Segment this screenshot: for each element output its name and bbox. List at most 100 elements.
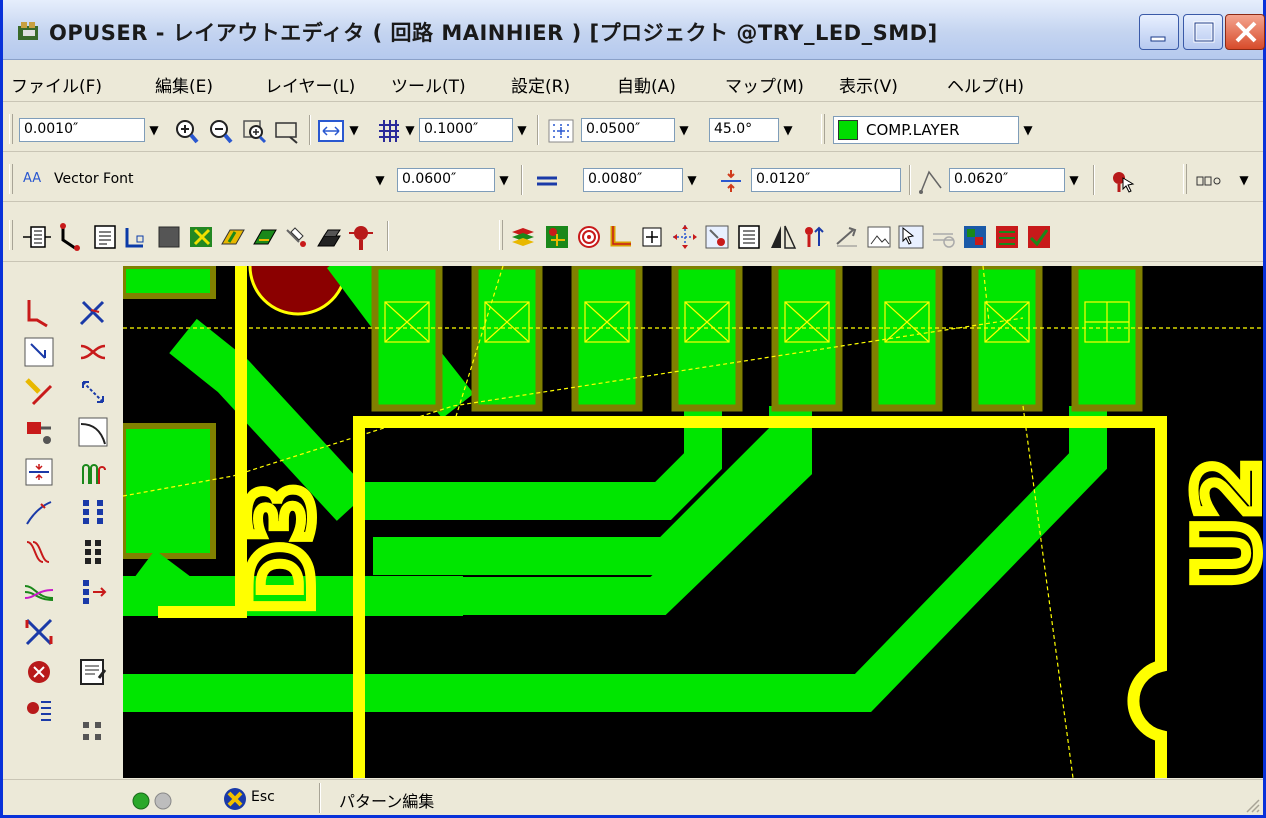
curve-route-icon[interactable] — [77, 416, 109, 448]
cut-trace-icon[interactable] — [77, 296, 109, 328]
menu-layer[interactable]: レイヤー(L) — [265, 72, 355, 97]
menu-settings[interactable]: 設定(R) — [511, 72, 570, 97]
via-icon[interactable] — [575, 222, 603, 252]
zoom-fit-icon[interactable] — [273, 116, 301, 146]
layer-check-icon[interactable] — [1025, 222, 1053, 252]
menu-help[interactable]: ヘルプ(H) — [947, 72, 1024, 97]
angle-combo[interactable]: 45.0° — [709, 118, 779, 142]
line-width-icon[interactable] — [533, 166, 561, 196]
cross-route-icon[interactable] — [23, 616, 55, 648]
pcb-drawing[interactable]: D3 U2 — [123, 266, 1263, 778]
font-name-combo[interactable]: Vector Font — [49, 168, 321, 192]
pin-icon[interactable] — [347, 222, 375, 252]
bend-icon[interactable] — [23, 496, 55, 528]
disabled-tool-icon[interactable] — [929, 222, 957, 252]
chevron-down-icon[interactable]: ▼ — [371, 168, 389, 192]
pad-edit-icon[interactable] — [219, 222, 247, 252]
swap-trace-icon[interactable] — [77, 336, 109, 368]
grid-icon[interactable] — [375, 116, 403, 146]
chevron-down-icon[interactable]: ▼ — [1019, 118, 1037, 142]
spacing-icon[interactable] — [23, 456, 55, 488]
chevron-down-icon[interactable]: ▼ — [513, 118, 531, 142]
document-icon[interactable] — [735, 222, 763, 252]
area-select-icon[interactable] — [123, 222, 151, 252]
connector-icon[interactable] — [1193, 166, 1233, 196]
chevron-down-icon[interactable]: ▼ — [1235, 168, 1253, 192]
chevron-down-icon[interactable]: ▼ — [401, 118, 419, 142]
menu-tool[interactable]: ツール(T) — [391, 72, 466, 97]
chevron-down-icon[interactable]: ▼ — [345, 118, 363, 142]
route-edit-icon[interactable] — [23, 336, 55, 368]
mirror-icon[interactable] — [769, 222, 797, 252]
menu-view[interactable]: 表示(V) — [839, 72, 898, 97]
diagonal-route-icon[interactable] — [23, 376, 55, 408]
minimize-button[interactable] — [1139, 14, 1179, 50]
text-edit-icon[interactable] — [91, 222, 119, 252]
pin-column-icon[interactable] — [77, 536, 109, 568]
measure-icon[interactable] — [317, 116, 345, 146]
meander-icon[interactable] — [23, 536, 55, 568]
menu-edit[interactable]: 編集(E) — [155, 72, 213, 97]
snap-combo[interactable]: 0.0010″ — [19, 118, 145, 142]
route-tool-icon[interactable] — [23, 296, 55, 328]
net-check-icon[interactable] — [283, 222, 311, 252]
layer-compare-icon[interactable] — [993, 222, 1021, 252]
fill-rect-icon[interactable] — [155, 222, 183, 252]
pad-route-icon[interactable] — [23, 696, 55, 728]
pcb-canvas[interactable]: D3 U2 — [123, 266, 1263, 778]
zoom-in-icon[interactable] — [173, 116, 201, 146]
parallel-route-icon[interactable] — [77, 456, 109, 488]
block-icon[interactable] — [315, 222, 343, 252]
arc-size-combo[interactable]: 0.0620″ — [949, 168, 1065, 192]
pin-move-icon[interactable] — [77, 576, 109, 608]
toolbar-grip[interactable] — [9, 220, 13, 250]
grid-array-icon[interactable] — [77, 716, 109, 748]
toolbar-grip[interactable] — [9, 114, 13, 144]
corner-icon[interactable] — [607, 222, 635, 252]
layer-view-icon[interactable] — [961, 222, 989, 252]
ref-u2[interactable]: U2 — [1173, 453, 1263, 593]
delete-icon[interactable] — [23, 656, 55, 688]
component-icon[interactable] — [19, 222, 55, 252]
menu-auto[interactable]: 自動(A) — [617, 72, 676, 97]
arc-icon[interactable] — [917, 166, 945, 196]
bus-route-icon[interactable] — [23, 576, 55, 608]
diagonal-move-icon[interactable] — [77, 376, 109, 408]
image-icon[interactable] — [865, 222, 893, 252]
chevron-down-icon[interactable]: ▼ — [683, 168, 701, 192]
route-icon[interactable] — [57, 222, 87, 252]
via-grid-combo[interactable]: 0.0500″ — [581, 118, 675, 142]
menu-file[interactable]: ファイル(F) — [11, 72, 102, 97]
pin-pointer-icon[interactable] — [1109, 166, 1137, 196]
close-button[interactable] — [1225, 14, 1265, 50]
toolbar-grip[interactable] — [499, 220, 503, 250]
move-icon[interactable] — [671, 222, 699, 252]
zoom-window-icon[interactable] — [241, 116, 269, 146]
pin-swap-icon[interactable] — [801, 222, 829, 252]
via-grid-icon[interactable] — [547, 116, 575, 146]
cancel-icon[interactable] — [223, 787, 249, 811]
pin-array-icon[interactable] — [77, 496, 109, 528]
clearance-combo[interactable]: 0.0120″ — [751, 168, 901, 192]
add-pad-icon[interactable] — [639, 222, 667, 252]
toolbar-grip[interactable] — [821, 114, 825, 144]
clearance-icon[interactable] — [717, 166, 745, 196]
resize-grip-icon[interactable] — [1243, 796, 1261, 814]
chevron-down-icon[interactable]: ▼ — [145, 118, 163, 142]
maximize-button[interactable] — [1183, 14, 1223, 50]
trace-split-icon[interactable] — [23, 416, 55, 448]
copper-pour-icon[interactable] — [187, 222, 215, 252]
select-pointer-icon[interactable] — [897, 222, 925, 252]
chevron-down-icon[interactable]: ▼ — [779, 118, 797, 142]
net-select-icon[interactable] — [703, 222, 731, 252]
toolbar-grip[interactable] — [1183, 164, 1187, 194]
hatch-icon[interactable] — [251, 222, 279, 252]
zoom-out-icon[interactable] — [207, 116, 235, 146]
swap-icon[interactable] — [833, 222, 861, 252]
menu-map[interactable]: マップ(M) — [725, 72, 804, 97]
ref-d3[interactable]: D3 — [227, 478, 337, 619]
toolbar-grip[interactable] — [9, 164, 13, 194]
chevron-down-icon[interactable]: ▼ — [1065, 168, 1083, 192]
line-width-combo[interactable]: 0.0080″ — [583, 168, 683, 192]
note-edit-icon[interactable] — [77, 656, 109, 688]
